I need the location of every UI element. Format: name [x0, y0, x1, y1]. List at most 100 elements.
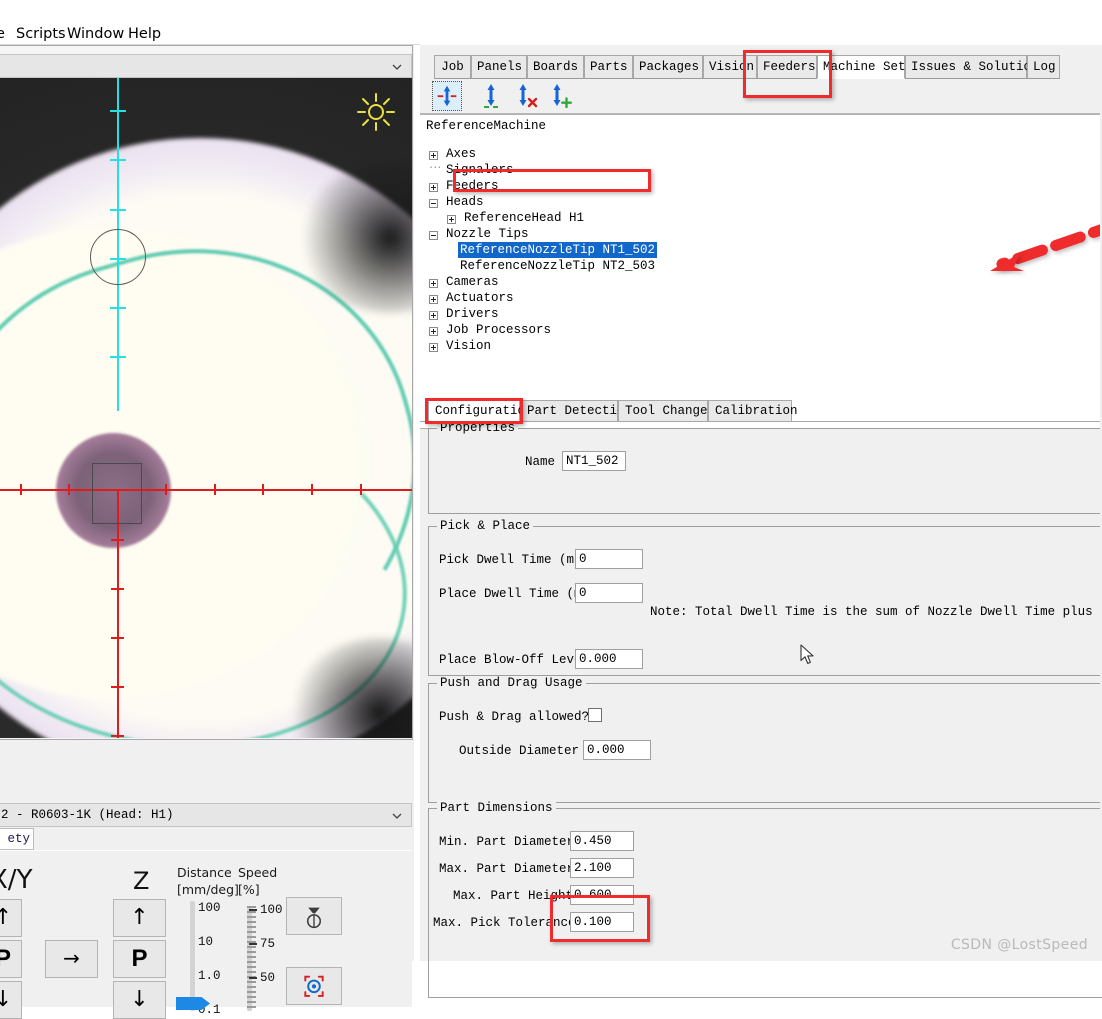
speed-tick-100: 100 — [260, 903, 283, 917]
rectangle-overlay — [92, 463, 142, 524]
tab-tool-changer[interactable]: Tool Changer — [618, 400, 715, 422]
tree-expander-drivers[interactable] — [429, 311, 438, 320]
push-drag-allowed-label: Push & Drag allowed? — [439, 710, 590, 724]
max-part-diameter-input[interactable]: 2.100 — [570, 858, 634, 878]
red-tick — [111, 539, 124, 541]
nozzle-tip-load-icon — [484, 84, 498, 108]
jog-z-up-button[interactable]: ↑ — [113, 899, 166, 937]
tree-expander-reference-head[interactable] — [447, 215, 456, 224]
nozzle-tip-edit-icon — [437, 85, 457, 107]
nozzle-tip-add-button[interactable] — [544, 81, 574, 111]
tree-node-nozzle-tip-nt2-503[interactable]: ReferenceNozzleTip NT2_503 — [460, 258, 655, 274]
place-blow-off-level-input[interactable]: 0.000 — [575, 649, 643, 669]
red-tick — [165, 484, 167, 495]
tab-packages[interactable]: Packages — [633, 55, 703, 79]
jog-z-park-button[interactable]: P — [113, 940, 166, 978]
menu-item-window[interactable]: Window — [67, 26, 124, 42]
tab-job[interactable]: Job — [434, 55, 471, 79]
distance-slider-track[interactable] — [190, 901, 195, 1011]
speed-label: Speed — [238, 865, 278, 880]
name-label: Name — [524, 455, 555, 469]
chevron-down-icon — [392, 64, 402, 70]
distance-tick-1: 1.0 — [198, 969, 221, 983]
tab-issues-and-solutions[interactable]: Issues & Solutions — [905, 55, 1046, 79]
target-crosshair-icon — [304, 975, 324, 997]
tree-node-actuators[interactable]: Actuators — [446, 290, 514, 306]
tab-safety[interactable]: ety — [0, 828, 34, 850]
nozzle-tip-load-button[interactable] — [476, 81, 506, 111]
left-panel: 2 - R0603-1K (Head: H1) ety X/Y Z Distan… — [0, 45, 414, 1019]
sun-icon[interactable] — [356, 92, 396, 132]
min-part-diameter-input[interactable]: 0.450 — [570, 831, 634, 851]
annotation-box-machine-setup-tab — [743, 50, 832, 98]
tree-node-job-processors[interactable]: Job Processors — [446, 322, 551, 338]
tree-node-vision[interactable]: Vision — [446, 338, 491, 354]
jog-xy-right-button[interactable]: → — [45, 940, 98, 978]
jog-xy-up-button[interactable]: ↑ — [0, 899, 22, 937]
push-drag-allowed-checkbox[interactable] — [588, 708, 602, 722]
annotation-box-selected-nozzle-tip — [453, 169, 651, 192]
red-tick — [360, 484, 362, 495]
name-input[interactable]: NT1_502 — [562, 451, 626, 471]
tree-node-drivers[interactable]: Drivers — [446, 306, 499, 322]
tab-panels[interactable]: Panels — [471, 55, 527, 79]
menu-item-file[interactable]: e — [0, 26, 5, 42]
cyan-tick — [110, 307, 126, 309]
camera-live-view[interactable] — [0, 78, 412, 738]
arrow-down-icon: ↓ — [130, 987, 149, 1012]
tree-expander-feeders[interactable] — [429, 183, 438, 192]
tree-expander-heads[interactable] — [429, 199, 438, 208]
annotation-box-max-pick-tolerance — [550, 895, 650, 942]
jog-z-down-button[interactable]: ↓ — [113, 981, 166, 1019]
tree-node-heads[interactable]: Heads — [446, 194, 484, 210]
outside-diameter-input[interactable]: 0.000 — [583, 740, 651, 760]
tree-expander-actuators[interactable] — [429, 295, 438, 304]
camera-image — [0, 78, 412, 738]
annotation-arrow-icon — [990, 223, 1102, 271]
tree-expander-job-processors[interactable] — [429, 327, 438, 336]
nozzle-tip-add-icon — [553, 84, 572, 109]
tree-node-nozzle-tip-nt1-502[interactable]: ReferenceNozzleTip NT1_502 — [458, 242, 658, 258]
tab-parts[interactable]: Parts — [584, 55, 633, 79]
tree-node-cameras[interactable]: Cameras — [446, 274, 499, 290]
tree-expander-vision[interactable] — [429, 343, 438, 352]
chevron-down-icon — [392, 813, 402, 819]
arrow-up-icon: ↑ — [130, 905, 149, 930]
tab-log[interactable]: Log — [1027, 55, 1060, 79]
tree-node-reference-head-h1[interactable]: ReferenceHead H1 — [464, 210, 584, 226]
arrow-right-icon: → — [63, 946, 80, 970]
tree-node-axes[interactable]: Axes — [446, 146, 476, 162]
camera-selector-combobox[interactable] — [0, 54, 412, 78]
red-tick — [311, 484, 313, 495]
menu-bar: e Scripts Window Help — [0, 0, 420, 45]
jog-xy-park-button[interactable]: P — [0, 940, 22, 978]
tab-part-detection[interactable]: Part Detection — [520, 400, 632, 422]
red-tick — [214, 484, 216, 495]
push-and-drag-group-title: Push and Drag Usage — [437, 676, 586, 690]
tree-node-nozzle-tips[interactable]: Nozzle Tips — [446, 226, 529, 242]
menu-item-scripts[interactable]: Scripts — [16, 26, 66, 42]
distance-tick-10: 10 — [198, 935, 214, 949]
red-tick — [111, 637, 124, 639]
pick-dwell-time-input[interactable]: 0 — [575, 549, 643, 569]
nozzle-tip-delete-button[interactable] — [510, 81, 540, 111]
tab-boards[interactable]: Boards — [527, 55, 584, 79]
nozzle-tip-edit-button[interactable] — [432, 81, 462, 111]
pick-and-place-group: Pick & Place Pick Dwell Time (ms) 0 Plac… — [428, 519, 1102, 676]
speed-tick-50: 50 — [260, 971, 276, 985]
menu-item-help[interactable]: Help — [128, 26, 161, 42]
place-dwell-time-input[interactable]: 0 — [575, 583, 643, 603]
tree-expander-cameras[interactable] — [429, 279, 438, 288]
target-center-button[interactable] — [286, 967, 342, 1005]
tab-calibration[interactable]: Calibration — [708, 400, 798, 422]
z-axis-label: Z — [133, 867, 150, 895]
arrow-up-icon: ↑ — [0, 905, 13, 930]
jog-xy-down-button[interactable]: ↓ — [0, 981, 22, 1019]
tree-node-root[interactable]: ReferenceMachine — [426, 118, 546, 134]
machine-head-combobox[interactable]: 2 - R0603-1K (Head: H1) — [0, 803, 412, 827]
cyan-tick — [110, 356, 126, 358]
tree-expander-nozzle-tips[interactable] — [429, 231, 438, 240]
red-tick — [111, 735, 124, 737]
min-part-diameter-label: Min. Part Diameter — [439, 835, 575, 849]
nozzle-pickup-button[interactable] — [286, 897, 342, 935]
